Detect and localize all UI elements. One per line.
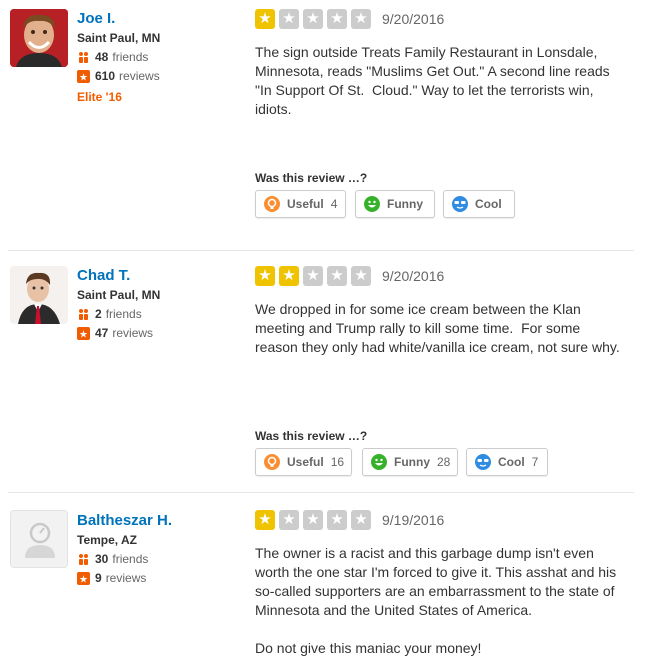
friend-count-value: 48 xyxy=(95,50,109,64)
user-avatar[interactable] xyxy=(10,510,68,568)
friend-count-value: 2 xyxy=(95,307,102,321)
useful-count: 16 xyxy=(330,455,345,469)
review-count-label: reviews xyxy=(119,69,160,83)
star-empty-icon: ★ xyxy=(303,266,323,286)
user-location: Saint Paul, MN xyxy=(77,288,161,302)
friends-icon xyxy=(77,553,90,566)
star-empty-icon: ★ xyxy=(303,510,323,530)
review-date: 9/19/2016 xyxy=(382,512,445,528)
funny-button[interactable]: Funny 28 xyxy=(362,448,458,476)
star-empty-icon: ★ xyxy=(327,9,347,29)
cool-button[interactable]: Cool 7 xyxy=(466,448,548,476)
user-name-link[interactable]: Joe I. xyxy=(77,10,160,28)
user-location: Saint Paul, MN xyxy=(77,31,161,45)
review-item: Baltheszar H. Tempe, AZ 30 friends ★ 9 r… xyxy=(0,493,650,667)
cool-label: Cool xyxy=(475,197,502,211)
review-count-icon: ★ xyxy=(77,572,90,586)
friend-count-label: friends xyxy=(112,552,149,566)
useful-count: 4 xyxy=(330,197,338,211)
review-count-icon: ★ xyxy=(77,70,90,84)
friends-icon xyxy=(77,308,90,321)
review-text: The owner is a racist and this garbage d… xyxy=(255,545,617,656)
friend-count: 48 friends xyxy=(77,50,160,65)
friend-count: 2 friends xyxy=(77,307,160,322)
useful-icon xyxy=(263,453,281,471)
user-name-link[interactable]: Baltheszar H. xyxy=(77,512,172,530)
star-empty-icon: ★ xyxy=(279,9,299,29)
star-rating: ★ ★ ★ ★ ★ xyxy=(255,510,375,530)
star-filled-icon: ★ xyxy=(255,510,275,530)
user-photo-icon xyxy=(10,266,68,324)
star-empty-icon: ★ xyxy=(351,9,371,29)
review-item: Joe I. Saint Paul, MN 48 friends ★ 610 r… xyxy=(0,0,650,250)
default-avatar-icon xyxy=(11,511,67,567)
friend-count-value: 30 xyxy=(95,552,109,566)
review-item: Chad T. Saint Paul, MN 2 friends ★ 47 re… xyxy=(0,251,650,491)
svg-text:★: ★ xyxy=(79,575,88,586)
review-count-label: reviews xyxy=(105,571,147,585)
star-filled-icon: ★ xyxy=(255,9,275,29)
review-count-icon: ★ xyxy=(77,327,90,341)
star-rating: ★ ★ ★ ★ ★ xyxy=(255,9,375,29)
review-date: 9/20/2016 xyxy=(382,11,445,27)
review-count-label: reviews xyxy=(112,326,154,340)
funny-icon xyxy=(363,195,381,213)
star-empty-icon: ★ xyxy=(351,266,371,286)
review-count: ★ 47 reviews xyxy=(77,326,160,341)
star-filled-icon: ★ xyxy=(255,266,275,286)
useful-button[interactable]: Useful 4 xyxy=(255,190,346,218)
star-empty-icon: ★ xyxy=(327,266,347,286)
cool-icon xyxy=(451,195,469,213)
review-count-value: 9 xyxy=(95,571,102,585)
elite-badge[interactable]: Elite '16 xyxy=(77,90,160,104)
funny-label: Funny xyxy=(394,455,430,469)
review-date: 9/20/2016 xyxy=(382,268,445,284)
user-location: Tempe, AZ xyxy=(77,533,138,547)
user-name-link[interactable]: Chad T. xyxy=(77,267,160,285)
cool-count: 7 xyxy=(531,455,539,469)
star-empty-icon: ★ xyxy=(327,510,347,530)
funny-button[interactable]: Funny xyxy=(355,190,435,218)
friends-icon xyxy=(77,51,90,64)
funny-label: Funny xyxy=(387,197,423,211)
useful-button[interactable]: Useful 16 xyxy=(255,448,352,476)
svg-text:★: ★ xyxy=(79,73,88,84)
star-empty-icon: ★ xyxy=(279,510,299,530)
cool-button[interactable]: Cool xyxy=(443,190,515,218)
funny-icon xyxy=(370,453,388,471)
review-text: We dropped in for some ice cream between… xyxy=(255,301,620,355)
useful-icon xyxy=(263,195,281,213)
review-count-value: 47 xyxy=(95,326,109,340)
user-photo-icon xyxy=(10,9,68,67)
friend-count: 30 friends xyxy=(77,552,172,567)
review-count: ★ 610 reviews xyxy=(77,69,160,84)
review-count: ★ 9 reviews xyxy=(77,571,172,586)
star-empty-icon: ★ xyxy=(303,9,323,29)
svg-text:★: ★ xyxy=(79,330,88,341)
cool-icon xyxy=(474,453,492,471)
star-rating: ★ ★ ★ ★ ★ xyxy=(255,266,375,286)
useful-label: Useful xyxy=(287,455,324,469)
cool-label: Cool xyxy=(498,455,525,469)
review-count-value: 610 xyxy=(95,69,116,83)
funny-count: 28 xyxy=(437,455,451,469)
review-text: The sign outside Treats Family Restauran… xyxy=(255,44,614,117)
star-filled-icon: ★ xyxy=(279,266,299,286)
was-this-review-label: Was this review …? xyxy=(255,429,368,443)
user-avatar[interactable] xyxy=(10,266,68,324)
useful-label: Useful xyxy=(287,197,324,211)
star-empty-icon: ★ xyxy=(351,510,371,530)
friend-count-label: friends xyxy=(105,307,142,321)
user-avatar[interactable] xyxy=(10,9,68,67)
was-this-review-label: Was this review …? xyxy=(255,171,368,185)
friend-count-label: friends xyxy=(112,50,149,64)
